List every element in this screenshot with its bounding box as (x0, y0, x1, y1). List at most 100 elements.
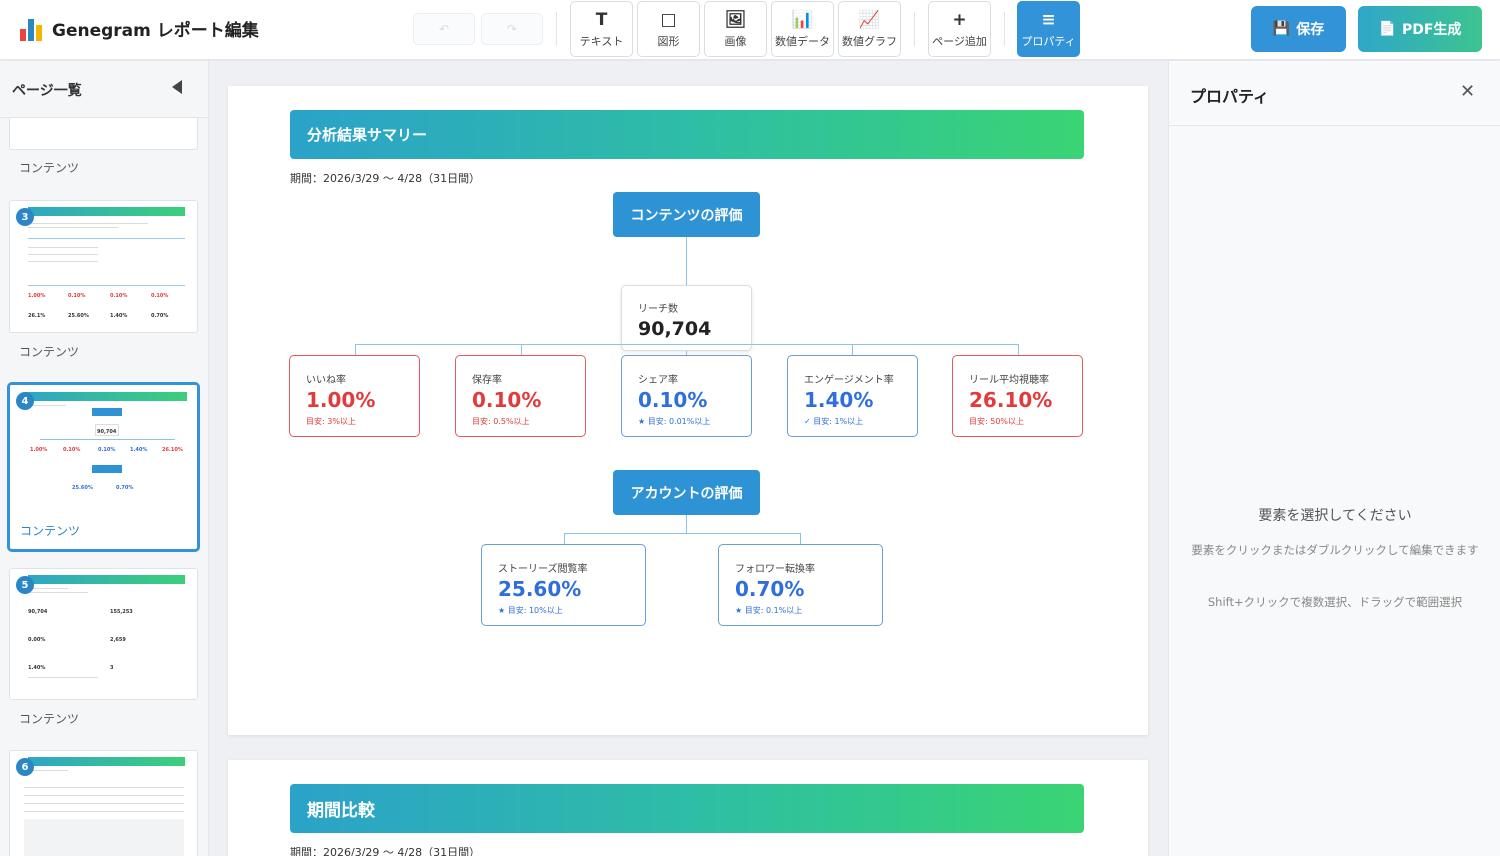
metric-value: 25.60% (498, 577, 582, 601)
page-number-badge: 3 (16, 208, 34, 226)
page-thumbnail-label: コンテンツ (19, 161, 80, 175)
floppy-disk-icon: 💾 (1272, 21, 1291, 37)
report-page-2[interactable]: 期間比較 期間：2026/3/29 〜 4/28（31日間） (228, 760, 1148, 856)
reach-value: 90,704 (638, 318, 712, 340)
sidebar-title: ページ一覧 (12, 83, 82, 99)
save-button[interactable]: 💾 保存 (1251, 6, 1346, 52)
text-tool-button[interactable]: T テキスト (570, 1, 633, 57)
tool-label: 数値グラフ (842, 34, 897, 48)
metric-note: ★ 目安: 0.1%以上 (735, 606, 803, 615)
connector-line (564, 533, 801, 534)
reach-label: リーチ数 (638, 304, 678, 315)
metric-card-save-rate[interactable]: 保存率 0.10% 目安: 0.5%以上 (455, 355, 586, 437)
metric-label: エンゲージメント率 (804, 375, 894, 386)
metric-note: 目安: 3%以上 (306, 417, 356, 426)
metric-value: 1.00% (306, 388, 376, 412)
add-page-button[interactable]: + ページ追加 (928, 1, 991, 57)
page-list-sidebar: コンテンツ 1.00% 0.10% 0.10% 0.10% 26.1% 25.6… (0, 61, 209, 856)
account-evaluation-header[interactable]: アカウントの評価 (613, 470, 760, 515)
properties-toggle-button[interactable]: ≡ プロパティ (1017, 1, 1080, 57)
connector-line (686, 237, 687, 285)
toolbar-divider (914, 12, 915, 46)
picture-icon: 🖼 (724, 9, 747, 30)
close-icon[interactable]: ✕ (1460, 81, 1475, 102)
page-number-badge: 5 (16, 576, 34, 594)
metric-card-reel-view-rate[interactable]: リール平均視聴率 26.10% 目安: 50%以上 (952, 355, 1083, 437)
tool-label: テキスト (579, 34, 624, 48)
shape-tool-button[interactable]: □ 図形 (637, 1, 700, 57)
redo-button[interactable]: ↷ (481, 13, 543, 45)
page-thumbnail-3[interactable]: 1.00% 0.10% 0.10% 0.10% 26.1% 25.60% 1.4… (9, 200, 198, 333)
tool-label: ページ追加 (932, 34, 987, 48)
page-thumbnail-4[interactable]: 90,704 1.00% 0.10% 0.10% 1.40% 26.10% 25… (7, 382, 200, 552)
section-banner[interactable]: 期間比較 (290, 784, 1084, 833)
metric-card-follower-conversion-rate[interactable]: フォロワー転換率 0.70% ★ 目安: 0.1%以上 (718, 544, 883, 626)
metric-card-like-rate[interactable]: いいね率 1.00% 目安: 3%以上 (289, 355, 420, 437)
bar-chart-logo-icon (20, 17, 42, 41)
metric-card-engagement-rate[interactable]: エンゲージメント率 1.40% ✓ 目安: 1%以上 (787, 355, 918, 437)
connector-line (521, 344, 522, 355)
generate-pdf-button[interactable]: 📄 PDF生成 (1358, 6, 1482, 52)
metric-label: フォロワー転換率 (735, 564, 815, 575)
connector-line (686, 515, 687, 533)
page-thumbnail-5[interactable]: 90,704 155,253 0.00% 2,659 1.40% 3 5 (9, 568, 198, 700)
properties-title: プロパティ (1190, 87, 1270, 106)
metric-label: いいね率 (306, 375, 346, 386)
page-thumbnail-label: コンテンツ (19, 345, 80, 359)
pdf-label: PDF生成 (1401, 22, 1462, 38)
page-preview: 90,704 155,253 0.00% 2,659 1.40% 3 (10, 569, 197, 699)
metric-note: 目安: 50%以上 (969, 417, 1025, 426)
metric-card-story-view-rate[interactable]: ストーリーズ閲覧率 25.60% ★ 目安: 10%以上 (481, 544, 646, 626)
properties-panel: プロパティ ✕ 要素を選択してください 要素をクリックまたはダブルクリックして編… (1168, 61, 1500, 856)
page-thumbnail-label: コンテンツ (19, 712, 80, 726)
undo-icon: ↶ (438, 22, 450, 36)
section-banner[interactable]: 分析結果サマリー (290, 110, 1084, 159)
page-number-badge: 4 (16, 392, 34, 410)
metric-label: ストーリーズ閲覧率 (498, 564, 588, 575)
page-thumbnail-6[interactable]: 6 (9, 750, 198, 856)
menu-icon: ≡ (1041, 9, 1056, 30)
metric-note: ✓ 目安: 1%以上 (804, 417, 864, 426)
connector-line (800, 533, 801, 544)
report-page-1[interactable]: 分析結果サマリー 期間：2026/3/29 〜 4/28（31日間） コンテンツ… (228, 86, 1148, 735)
metric-label: リール平均視聴率 (969, 375, 1049, 386)
line-chart-icon: 📈 (858, 9, 881, 30)
connector-line (1018, 344, 1019, 355)
toolbar-divider (556, 12, 557, 46)
undo-button[interactable]: ↶ (413, 13, 475, 45)
empty-state-help: 要素をクリックまたはダブルクリックして編集できます (1191, 543, 1479, 557)
document-icon: 📄 (1378, 21, 1396, 37)
numeric-data-tool-button[interactable]: 📊 数値データ (771, 1, 834, 57)
editor-canvas: 分析結果サマリー 期間：2026/3/29 〜 4/28（31日間） コンテンツ… (210, 61, 1167, 856)
empty-state-help-selection: Shift+クリックで複数選択、ドラッグで範囲選択 (1207, 595, 1463, 609)
page-preview: 90,704 1.00% 0.10% 0.10% 1.40% 26.10% 25… (10, 385, 197, 517)
text-icon: T (595, 9, 608, 30)
page-thumbnail-label: コンテンツ (20, 524, 81, 538)
metric-value: 0.70% (735, 577, 805, 601)
plus-icon: + (952, 9, 967, 30)
redo-icon: ↷ (506, 22, 518, 36)
metric-card-share-rate[interactable]: シェア率 0.10% ★ 目安: 0.01%以上 (621, 355, 752, 437)
metric-note: ★ 目安: 0.01%以上 (638, 417, 711, 426)
image-tool-button[interactable]: 🖼 画像 (704, 1, 767, 57)
properties-header: プロパティ ✕ (1169, 61, 1500, 126)
app-title-text: Genegram レポート編集 (52, 21, 259, 41)
app-title: Genegram レポート編集 (20, 16, 259, 41)
period-text[interactable]: 期間：2026/3/29 〜 4/28（31日間） (290, 844, 480, 856)
toolbar-divider (1004, 12, 1005, 46)
metric-value: 0.10% (472, 388, 542, 412)
connector-line (355, 344, 1018, 345)
tool-label: プロパティ (1021, 34, 1076, 48)
connector-line (355, 344, 356, 355)
tool-label: 図形 (657, 34, 680, 48)
tool-label: 画像 (724, 34, 747, 48)
metric-note: ★ 目安: 10%以上 (498, 606, 563, 615)
metric-value: 26.10% (969, 388, 1053, 412)
top-toolbar: Genegram レポート編集 ↶ ↷ T テキスト □ 図形 🖼 画像 📊 数… (0, 0, 1500, 60)
reach-card[interactable]: リーチ数 90,704 (621, 285, 752, 351)
period-text[interactable]: 期間：2026/3/29 〜 4/28（31日間） (290, 170, 480, 186)
numeric-graph-tool-button[interactable]: 📈 数値グラフ (838, 1, 901, 57)
collapse-left-icon[interactable] (172, 80, 182, 94)
content-evaluation-header[interactable]: コンテンツの評価 (613, 192, 760, 237)
metric-value: 0.10% (638, 388, 708, 412)
